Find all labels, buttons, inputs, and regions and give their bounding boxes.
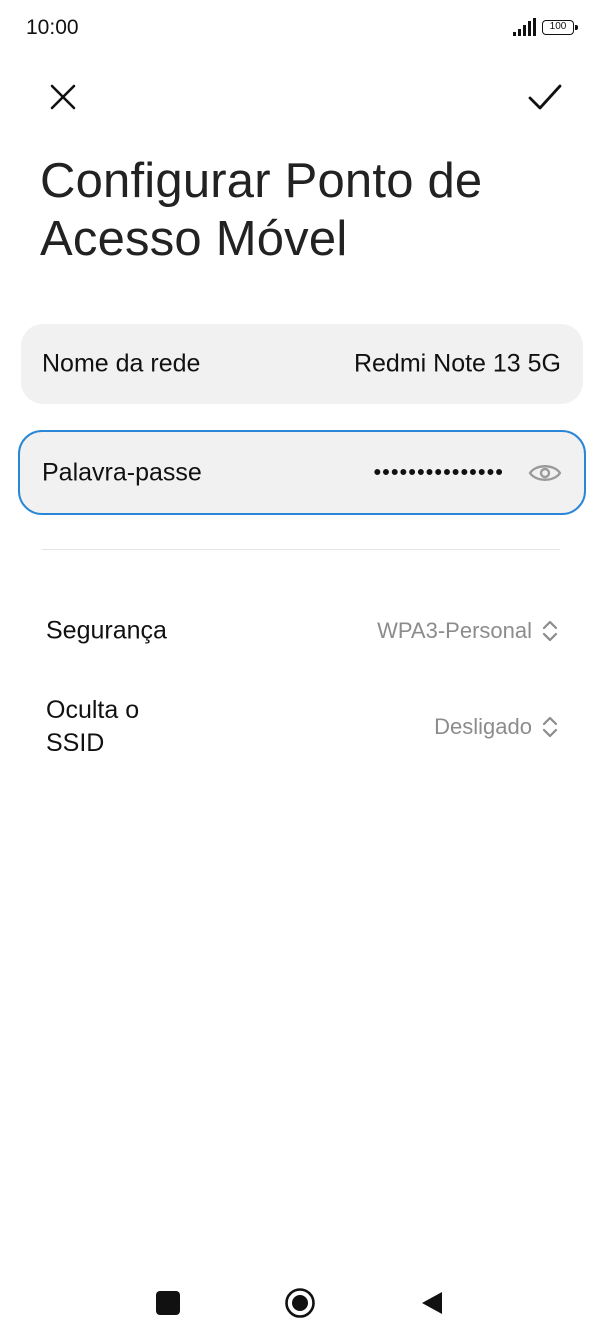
hide-ssid-value: Desligado <box>434 714 532 739</box>
security-setting-row[interactable]: Segurança WPA3-Personal <box>0 600 604 662</box>
network-name-field[interactable]: Nome da rede Redmi Note 13 5G <box>21 324 583 404</box>
close-button[interactable] <box>40 74 86 120</box>
battery-level: 100 <box>549 21 567 32</box>
network-name-label: Nome da rede <box>42 349 201 378</box>
close-icon <box>50 84 76 110</box>
navigation-bar <box>0 1270 604 1344</box>
battery-icon: 100 <box>542 19 578 35</box>
password-label: Palavra-passe <box>42 458 202 486</box>
chevron-up-down-icon <box>542 620 558 642</box>
chevron-up-down-icon <box>542 716 558 738</box>
password-value[interactable]: ••••••••••••••• <box>373 459 504 485</box>
hide-ssid-label: Oculta o SSID <box>46 696 140 757</box>
eye-icon <box>528 464 562 481</box>
network-name-value[interactable]: Redmi Note 13 5G <box>354 350 561 379</box>
password-field[interactable]: Palavra-passe ••••••••••••••• <box>18 430 586 515</box>
divider <box>42 549 560 550</box>
security-value: WPA3-Personal <box>377 618 532 643</box>
recent-apps-button[interactable] <box>156 1291 180 1315</box>
password-visibility-toggle[interactable] <box>526 458 564 488</box>
status-time: 10:00 <box>26 16 79 39</box>
status-indicators: 100 <box>513 18 578 36</box>
page-title: Configurar Ponto de Acesso Móvel <box>40 154 483 266</box>
hide-ssid-setting-row[interactable]: Oculta o SSID Desligado <box>0 688 604 766</box>
back-button[interactable] <box>420 1290 444 1316</box>
security-selector[interactable]: WPA3-Personal <box>377 617 560 645</box>
check-icon <box>528 84 562 110</box>
confirm-button[interactable] <box>522 74 568 120</box>
home-button[interactable] <box>284 1287 316 1319</box>
status-bar: 10:00 100 <box>0 0 604 60</box>
signal-icon <box>513 18 536 36</box>
hide-ssid-selector[interactable]: Desligado <box>434 713 560 741</box>
security-label: Segurança <box>46 616 167 645</box>
